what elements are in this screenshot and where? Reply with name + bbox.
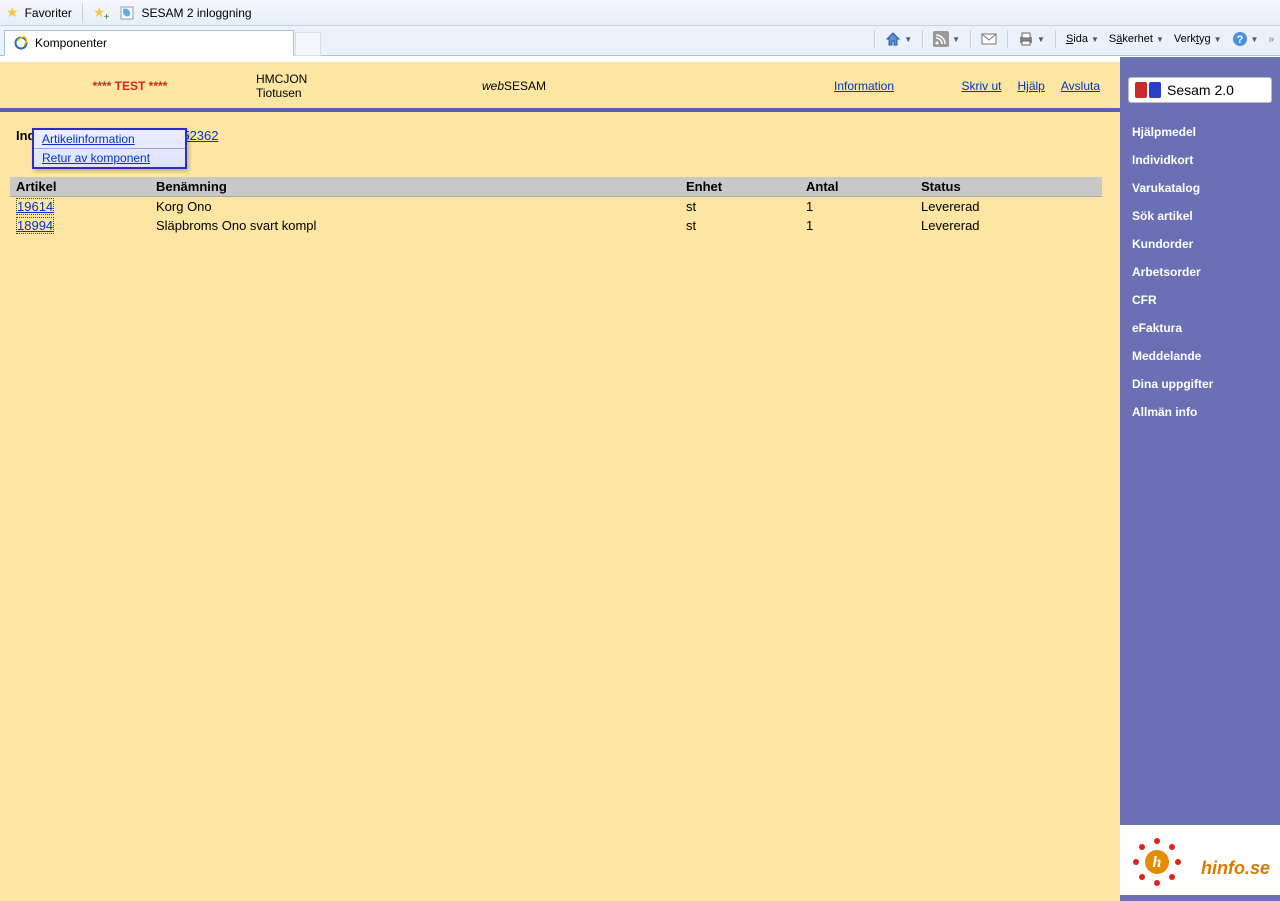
sidebar: Sesam 2.0 Hjälpmedel Individkort Varukat… (1120, 57, 1280, 901)
user-code: HMCJON (256, 72, 466, 86)
chevron-down-icon: ▼ (952, 35, 960, 44)
chevron-down-icon: ▼ (1037, 35, 1045, 44)
link-information[interactable]: Information (834, 79, 894, 93)
th-enhet: Enhet (680, 177, 800, 197)
hinfo-logo[interactable]: h hinfo.se (1120, 825, 1280, 895)
context-menu: Artikelinformation Retur av komponent (32, 128, 187, 169)
sidebar-item-arbetsorder[interactable]: Arbetsorder (1120, 261, 1280, 283)
chevron-down-icon: ▼ (1091, 35, 1099, 44)
th-status: Status (915, 177, 1102, 197)
logo-squares-icon (1135, 82, 1161, 98)
context-menu-item-artikelinformation[interactable]: Artikelinformation (34, 130, 185, 148)
cell-antal: 1 (800, 197, 915, 217)
svg-text:?: ? (1236, 34, 1243, 46)
cell-benamning: Släpbroms Ono svart kompl (150, 216, 680, 235)
logo-text: Sesam 2.0 (1167, 82, 1234, 98)
sidebar-item-allman-info[interactable]: Allmän info (1120, 401, 1280, 423)
separator (922, 30, 923, 48)
sidebar-item-efaktura[interactable]: eFaktura (1120, 317, 1280, 339)
separator (1055, 30, 1056, 48)
sidebar-item-varukatalog[interactable]: Varukatalog (1120, 177, 1280, 199)
table-row: 18994 Släpbroms Ono svart kompl st 1 Lev… (10, 216, 1102, 235)
print-button[interactable]: ▼ (1018, 31, 1045, 47)
sidebar-item-sok-artikel[interactable]: Sök artikel (1120, 205, 1280, 227)
svg-text:h: h (1153, 854, 1162, 871)
hinfo-icon: h (1130, 835, 1184, 889)
separator (82, 3, 83, 23)
link-avsluta[interactable]: Avsluta (1061, 79, 1100, 93)
context-menu-item-retur[interactable]: Retur av komponent (34, 148, 185, 167)
cell-benamning: Korg Ono (150, 197, 680, 217)
ie-favorites-bar: ★ Favoriter ★+ SESAM 2 inloggning (0, 0, 1280, 26)
sidebar-item-kundorder[interactable]: Kundorder (1120, 233, 1280, 255)
favorites-label[interactable]: Favoriter (25, 6, 72, 20)
artikel-link[interactable]: 19614 (16, 198, 54, 215)
sesam-logo: Sesam 2.0 (1128, 77, 1272, 103)
chevron-down-icon: ▼ (1251, 35, 1259, 44)
rss-button[interactable]: ▼ (933, 31, 960, 47)
chevron-down-icon: ▼ (1214, 35, 1222, 44)
sidebar-item-individkort[interactable]: Individkort (1120, 149, 1280, 171)
browser-tab[interactable]: Komponenter (4, 30, 294, 56)
th-benamning: Benämning (150, 177, 680, 197)
tab-title: Komponenter (35, 36, 107, 50)
sidebar-item-dina-uppgifter[interactable]: Dina uppgifter (1120, 373, 1280, 395)
header-divider (0, 108, 1120, 112)
components-table: Artikel Benämning Enhet Antal Status 196… (10, 177, 1102, 235)
page-menu[interactable]: Sida ▼ (1066, 33, 1099, 45)
th-artikel: Artikel (10, 177, 150, 197)
ie-tab-bar: Komponenter ▼ ▼ ▼ Sida ▼ Säkerhet ▼ Verk… (0, 26, 1280, 56)
link-skriv-ut[interactable]: Skriv ut (961, 79, 1001, 93)
add-favorite-icon[interactable]: ★+ (93, 4, 106, 21)
content-area: Individ 1052362 Artikelinformation Retur… (0, 114, 1120, 243)
test-banner: **** TEST **** (20, 79, 240, 93)
user-info: HMCJON Tiotusen (256, 72, 466, 100)
cell-antal: 1 (800, 216, 915, 235)
table-row: 19614 Korg Ono st 1 Levererad (10, 197, 1102, 217)
sidebar-item-meddelande[interactable]: Meddelande (1120, 345, 1280, 367)
app-name: webSESAM (482, 79, 602, 93)
help-button[interactable]: ? ▼ (1232, 31, 1259, 47)
separator (1007, 30, 1008, 48)
chevron-down-icon: ▼ (1156, 35, 1164, 44)
ie-logo-icon (13, 35, 29, 51)
sidebar-item-cfr[interactable]: CFR (1120, 289, 1280, 311)
cell-enhet: st (680, 197, 800, 217)
link-hjalp[interactable]: Hjälp (1018, 79, 1045, 93)
tools-menu[interactable]: Verktyg ▼ (1174, 33, 1222, 45)
new-tab-button[interactable] (295, 32, 321, 56)
mail-button[interactable] (981, 33, 997, 45)
favorites-star-icon[interactable]: ★ (6, 4, 19, 21)
hinfo-text: hinfo.se (1201, 858, 1270, 879)
user-name: Tiotusen (256, 86, 466, 100)
safety-menu[interactable]: Säkerhet ▼ (1109, 33, 1164, 45)
th-antal: Antal (800, 177, 915, 197)
cell-status: Levererad (915, 216, 1102, 235)
bookmark-label[interactable]: SESAM 2 inloggning (141, 6, 251, 20)
ie-page-icon (119, 5, 135, 21)
ie-command-bar: ▼ ▼ ▼ Sida ▼ Säkerhet ▼ Verktyg ▼ ? ▼ » (874, 30, 1274, 48)
sidebar-item-hjalpmedel[interactable]: Hjälpmedel (1120, 121, 1280, 143)
app-header: **** TEST **** HMCJON Tiotusen webSESAM … (0, 62, 1120, 108)
cell-enhet: st (680, 216, 800, 235)
chevron-down-icon: ▼ (904, 35, 912, 44)
expand-icon[interactable]: » (1268, 34, 1274, 45)
separator (970, 30, 971, 48)
artikel-link[interactable]: 18994 (16, 217, 54, 234)
page-body: **** TEST **** HMCJON Tiotusen webSESAM … (0, 56, 1280, 901)
separator (874, 30, 875, 48)
table-header-row: Artikel Benämning Enhet Antal Status (10, 177, 1102, 197)
main-content: **** TEST **** HMCJON Tiotusen webSESAM … (0, 57, 1120, 901)
cell-status: Levererad (915, 197, 1102, 217)
home-button[interactable]: ▼ (885, 31, 912, 47)
